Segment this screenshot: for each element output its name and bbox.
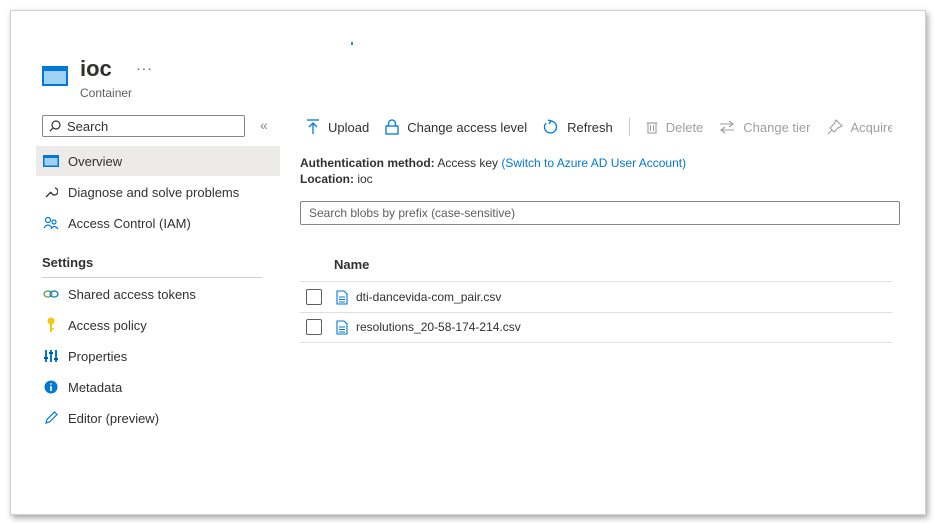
- location-value: ioc: [357, 172, 373, 186]
- acquire-lease-label: Acquire lease: [850, 119, 893, 135]
- sidebar-item-shared-access-tokens[interactable]: Shared access tokens: [36, 279, 280, 309]
- refresh-icon: [544, 119, 558, 134]
- row-checkbox[interactable]: [306, 289, 322, 305]
- sidebar-item-label: Shared access tokens: [68, 286, 196, 302]
- container-icon: [42, 66, 68, 86]
- settings-divider: [42, 277, 262, 278]
- upload-button[interactable]: Upload: [306, 119, 369, 135]
- people-icon: [42, 215, 60, 231]
- auth-method-label: Authentication method:: [300, 156, 435, 170]
- toolbar: Upload Change access level Refresh Delet…: [300, 110, 892, 144]
- properties-icon: [42, 348, 60, 364]
- sidebar-item-label: Overview: [68, 153, 123, 169]
- delete-button[interactable]: Delete: [646, 119, 704, 135]
- upload-label: Upload: [328, 119, 370, 135]
- sidebar-item-editor[interactable]: Editor (preview): [36, 403, 280, 433]
- change-tier-label: Change tier: [743, 119, 811, 135]
- table-divider: [300, 281, 892, 282]
- page-subtitle: Container: [80, 86, 133, 100]
- table-divider: [300, 342, 892, 343]
- file-name[interactable]: dti-dancevida-com_pair.csv: [356, 290, 501, 304]
- container-info: Authentication method: Access key (Switc…: [300, 155, 686, 187]
- sidebar-item-label: Properties: [68, 348, 128, 364]
- sidebar-item-label: Access policy: [68, 317, 147, 333]
- portal-window: [10, 10, 926, 515]
- delete-label: Delete: [665, 119, 704, 135]
- pencil-icon: [42, 410, 60, 426]
- sidebar-item-label: Diagnose and solve problems: [68, 184, 240, 200]
- blob-search-placeholder: Search blobs by prefix (case-sensitive): [309, 206, 516, 220]
- table-row[interactable]: resolutions_20-58-174-214.csv: [306, 316, 521, 338]
- sidebar-item-access-policy[interactable]: Access policy: [36, 310, 280, 340]
- search-icon: [49, 120, 61, 132]
- key-icon: [42, 317, 60, 333]
- sidebar-item-label: Access Control (IAM): [68, 215, 191, 231]
- sidebar-search-placeholder: Search: [67, 118, 109, 134]
- table-divider: [300, 312, 892, 313]
- acquire-lease-button[interactable]: Acquire lease: [827, 119, 893, 135]
- sidebar-item-properties[interactable]: Properties: [36, 341, 280, 371]
- pin-icon: [827, 119, 843, 135]
- file-icon: [336, 289, 348, 305]
- page-title: ioc: [80, 56, 112, 81]
- sidebar-item-label: Editor (preview): [68, 410, 160, 426]
- sidebar-item-label: Metadata: [68, 379, 123, 395]
- toolbar-divider: [628, 118, 630, 136]
- location-label: Location:: [300, 172, 354, 186]
- sidebar-search-input[interactable]: Search: [42, 115, 245, 137]
- sidebar-item-diagnose[interactable]: Diagnose and solve problems: [36, 177, 280, 207]
- switch-auth-link[interactable]: (Switch to Azure AD User Account): [501, 156, 686, 170]
- refresh-label: Refresh: [567, 119, 613, 135]
- swap-icon: [720, 120, 735, 134]
- column-header-name[interactable]: Name: [334, 257, 369, 272]
- row-checkbox[interactable]: [306, 319, 322, 335]
- upload-icon: [307, 119, 319, 134]
- overview-icon: [42, 153, 60, 169]
- lock-icon: [385, 119, 399, 135]
- info-icon: [42, 379, 60, 395]
- file-icon: [336, 319, 348, 335]
- collapse-sidebar-button[interactable]: «: [260, 117, 268, 133]
- blob-search-input[interactable]: Search blobs by prefix (case-sensitive): [300, 201, 900, 225]
- table-row[interactable]: dti-dancevida-com_pair.csv: [306, 286, 501, 308]
- loading-indicator: [351, 42, 353, 45]
- settings-section-label: Settings: [42, 255, 94, 270]
- auth-method-value: Access key: [437, 156, 499, 170]
- refresh-button[interactable]: Refresh: [543, 119, 613, 135]
- wrench-icon: [42, 184, 60, 200]
- sidebar-item-iam[interactable]: Access Control (IAM): [36, 208, 280, 238]
- change-tier-button[interactable]: Change tier: [719, 119, 811, 135]
- change-access-label: Change access level: [407, 119, 528, 135]
- more-options-button[interactable]: ···: [136, 60, 153, 76]
- sidebar-item-overview[interactable]: Overview: [36, 146, 280, 176]
- file-name[interactable]: resolutions_20-58-174-214.csv: [356, 320, 521, 334]
- link-icon: [42, 286, 60, 302]
- change-access-level-button[interactable]: Change access level: [385, 119, 527, 135]
- sidebar-item-metadata[interactable]: Metadata: [36, 372, 280, 402]
- trash-icon: [646, 122, 658, 134]
